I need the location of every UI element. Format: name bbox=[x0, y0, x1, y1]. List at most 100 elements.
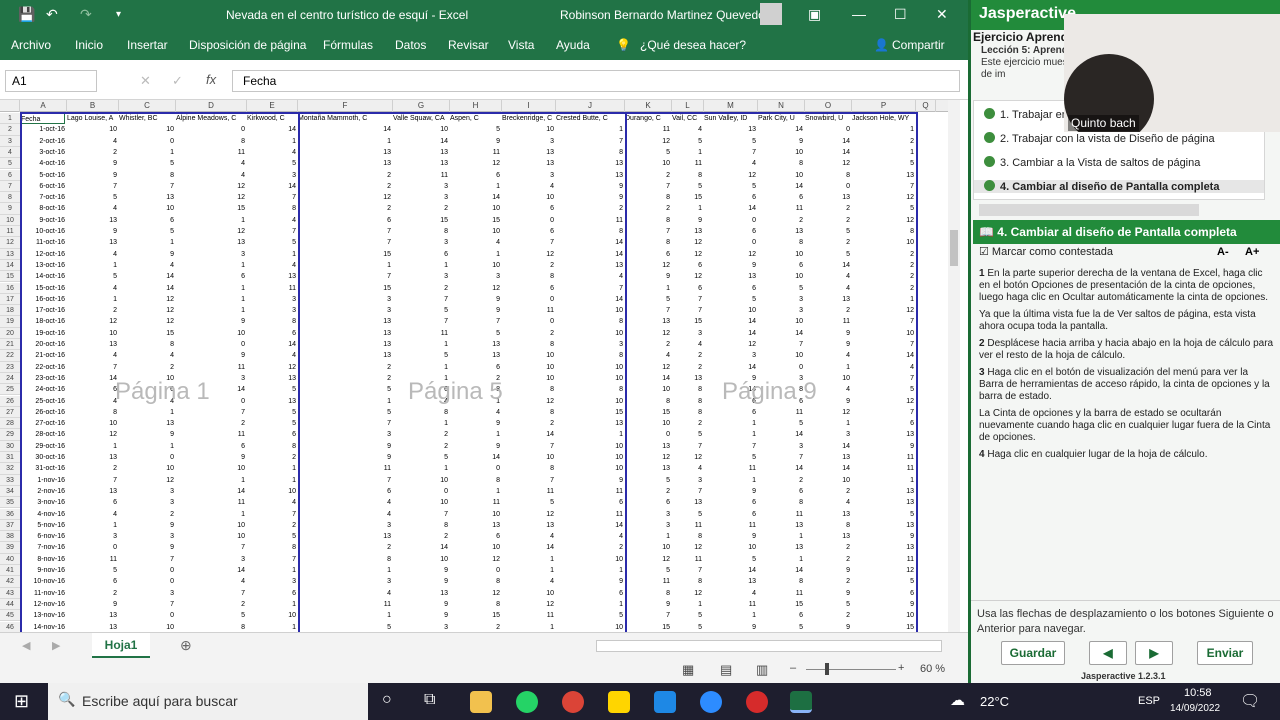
data-cell[interactable]: 2 bbox=[852, 249, 914, 260]
data-cell[interactable]: 9 bbox=[119, 429, 174, 440]
data-cell[interactable]: 7 bbox=[119, 554, 174, 565]
data-cell[interactable]: 1 bbox=[852, 147, 914, 158]
column-header[interactable]: N bbox=[758, 100, 805, 112]
data-cell[interactable]: 4 bbox=[247, 215, 296, 226]
cancel-icon[interactable]: ✕ bbox=[140, 73, 151, 89]
data-cell[interactable]: 7 bbox=[176, 588, 245, 599]
data-cell[interactable]: 6 bbox=[556, 588, 623, 599]
data-cell[interactable]: 3 bbox=[298, 520, 391, 531]
data-cell[interactable]: 12 bbox=[704, 249, 756, 260]
ribbon-options-icon[interactable]: ▣ bbox=[808, 6, 821, 23]
data-cell[interactable]: 6 bbox=[704, 192, 756, 203]
data-cell[interactable]: 9 bbox=[393, 565, 448, 576]
header-cell[interactable]: Montaña Mammoth, C bbox=[298, 113, 391, 124]
data-cell[interactable]: 12 bbox=[625, 452, 670, 463]
data-cell[interactable]: 11 bbox=[450, 147, 500, 158]
data-cell[interactable]: 3 bbox=[298, 305, 391, 316]
data-cell[interactable]: 6 bbox=[393, 249, 448, 260]
data-cell[interactable]: 2 bbox=[672, 418, 702, 429]
data-cell[interactable]: 8 bbox=[247, 441, 296, 452]
data-cell[interactable]: 2 bbox=[805, 576, 850, 587]
header-cell[interactable]: Valle Squaw, CA bbox=[393, 113, 448, 124]
data-cell[interactable]: 4 bbox=[176, 576, 245, 587]
data-cell[interactable]: 1 bbox=[704, 418, 756, 429]
data-cell[interactable]: 10-nov-16 bbox=[20, 576, 65, 587]
data-cell[interactable]: 14 bbox=[805, 441, 850, 452]
data-cell[interactable]: 1 bbox=[758, 554, 803, 565]
data-cell[interactable]: 4 bbox=[502, 576, 554, 587]
column-header[interactable]: B bbox=[67, 100, 119, 112]
data-cell[interactable]: 3 bbox=[119, 497, 174, 508]
data-cell[interactable]: 0 bbox=[393, 486, 448, 497]
data-cell[interactable]: 14-oct-16 bbox=[20, 271, 65, 282]
function-icon[interactable]: fx bbox=[206, 72, 216, 87]
data-cell[interactable]: 8-oct-16 bbox=[20, 203, 65, 214]
data-cell[interactable]: 14 bbox=[704, 565, 756, 576]
row-header[interactable]: 37 bbox=[0, 519, 20, 532]
data-cell[interactable]: 9 bbox=[852, 441, 914, 452]
data-cell[interactable]: 7 bbox=[247, 226, 296, 237]
data-cell[interactable]: 8 bbox=[393, 407, 448, 418]
data-cell[interactable]: 4 bbox=[67, 136, 117, 147]
notifications-icon[interactable]: 🗨 bbox=[1240, 691, 1260, 711]
row-header[interactable]: 33 bbox=[0, 474, 20, 486]
data-cell[interactable]: 9 bbox=[393, 576, 448, 587]
data-cell[interactable]: 2 bbox=[758, 215, 803, 226]
save-button[interactable]: Guardar bbox=[1001, 641, 1065, 665]
data-cell[interactable]: 5 bbox=[67, 565, 117, 576]
data-cell[interactable]: 10 bbox=[625, 158, 670, 169]
data-cell[interactable]: 6 bbox=[704, 226, 756, 237]
data-cell[interactable]: 14 bbox=[119, 283, 174, 294]
row-header[interactable]: 44 bbox=[0, 598, 20, 611]
data-cell[interactable]: 2-nov-16 bbox=[20, 486, 65, 497]
data-cell[interactable]: 5 bbox=[298, 407, 391, 418]
data-cell[interactable]: 12 bbox=[852, 215, 914, 226]
data-cell[interactable]: 14 bbox=[67, 373, 117, 384]
data-cell[interactable]: 3 bbox=[758, 305, 803, 316]
data-cell[interactable]: 10 bbox=[556, 463, 623, 474]
data-cell[interactable]: 7 bbox=[852, 181, 914, 192]
data-cell[interactable]: 13 bbox=[450, 350, 500, 361]
data-cell[interactable]: 13 bbox=[556, 260, 623, 271]
data-cell[interactable]: 9 bbox=[625, 599, 670, 610]
data-cell[interactable]: 3 bbox=[502, 170, 554, 181]
data-cell[interactable]: 11 bbox=[625, 124, 670, 135]
data-cell[interactable]: 3 bbox=[502, 136, 554, 147]
row-header[interactable]: 3 bbox=[0, 135, 20, 147]
data-cell[interactable]: 5 bbox=[247, 407, 296, 418]
data-cell[interactable]: 4 bbox=[672, 463, 702, 474]
header-cell[interactable]: Aspen, C bbox=[450, 113, 500, 124]
row-header[interactable]: 20 bbox=[0, 327, 20, 339]
data-cell[interactable]: 2 bbox=[805, 237, 850, 248]
data-cell[interactable]: 1 bbox=[67, 441, 117, 452]
data-cell[interactable]: 5 bbox=[672, 509, 702, 520]
mark-answered[interactable]: ☑ Marcar como contestada bbox=[979, 245, 1113, 258]
row-header[interactable]: 45 bbox=[0, 610, 20, 622]
data-cell[interactable]: 5 bbox=[393, 350, 448, 361]
data-cell[interactable]: 5 bbox=[852, 509, 914, 520]
data-cell[interactable]: 1 bbox=[119, 147, 174, 158]
data-cell[interactable]: 1 bbox=[247, 463, 296, 474]
data-cell[interactable]: 10 bbox=[556, 305, 623, 316]
data-cell[interactable]: 5 bbox=[450, 328, 500, 339]
data-cell[interactable]: 15 bbox=[758, 599, 803, 610]
data-cell[interactable]: 8 bbox=[625, 396, 670, 407]
data-cell[interactable]: 13 bbox=[176, 237, 245, 248]
clock-date[interactable]: 14/09/2022 bbox=[1170, 703, 1220, 714]
data-cell[interactable]: 11 bbox=[298, 599, 391, 610]
data-cell[interactable]: 8 bbox=[176, 136, 245, 147]
data-cell[interactable]: 8 bbox=[247, 203, 296, 214]
data-cell[interactable]: 9 bbox=[758, 136, 803, 147]
data-cell[interactable]: 11 bbox=[502, 486, 554, 497]
data-cell[interactable]: 4 bbox=[502, 531, 554, 542]
data-cell[interactable]: 30-oct-16 bbox=[20, 452, 65, 463]
data-cell[interactable]: 5 bbox=[704, 554, 756, 565]
data-cell[interactable]: 7 bbox=[625, 305, 670, 316]
data-cell[interactable]: 13 bbox=[393, 588, 448, 599]
data-cell[interactable]: 12 bbox=[625, 260, 670, 271]
data-cell[interactable]: 7 bbox=[852, 316, 914, 327]
data-cell[interactable]: 12 bbox=[119, 316, 174, 327]
data-cell[interactable]: 5 bbox=[176, 610, 245, 621]
data-cell[interactable]: 0 bbox=[119, 565, 174, 576]
file-explorer-icon[interactable] bbox=[470, 691, 492, 713]
